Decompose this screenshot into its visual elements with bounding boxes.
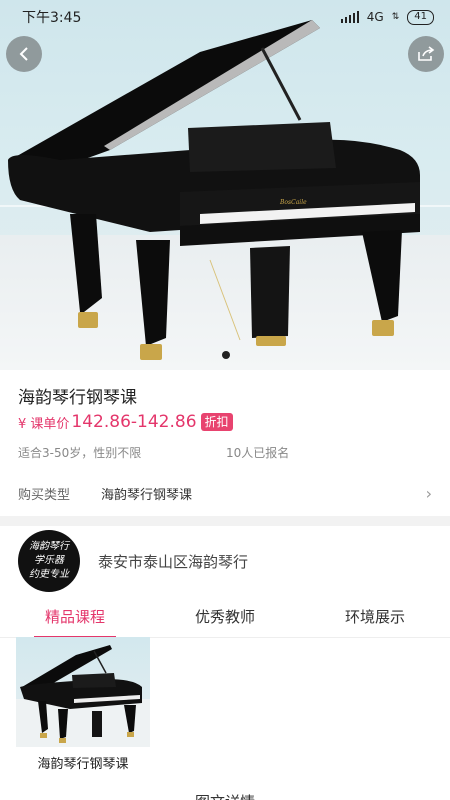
section-separator [0, 516, 450, 526]
back-button[interactable] [6, 36, 42, 72]
course-title: 海韵琴行钢琴课 [18, 388, 137, 408]
logo-line-1: 海韵琴行 [29, 541, 69, 552]
store-name: 泰安市泰山区海韵琴行 [98, 552, 249, 571]
enrolled-count: 10人已报名 [226, 446, 290, 460]
purchase-type-row[interactable]: 购买类型 海韵琴行钢琴课 › [0, 474, 450, 512]
course-thumbnail [16, 637, 150, 747]
price-label: ¥ 课单价 [18, 416, 70, 432]
store-logo: 海韵琴行 学乐器 约吏专业 [18, 530, 80, 592]
price-row: ¥ 课单价 142.86-142.86 折扣 [18, 412, 233, 432]
purchase-type-value: 海韵琴行钢琴课 [101, 487, 193, 503]
chevron-left-icon [19, 47, 28, 61]
tab-courses[interactable]: 精品课程 [0, 598, 150, 638]
course-card-title: 海韵琴行钢琴课 [37, 757, 129, 772]
purchase-type-label: 购买类型 [18, 487, 71, 503]
svg-text:BosCaile: BosCaile [279, 199, 307, 206]
logo-line-3: 约吏专业 [29, 569, 69, 580]
signal-icon [340, 11, 359, 23]
details-heading: 图文详情 [0, 791, 450, 800]
logo-line-2: 学乐器 [34, 555, 64, 566]
price-value: 142.86-142.86 [71, 412, 197, 432]
tab-bar: 精品课程 优秀教师 环境展示 [0, 598, 450, 638]
store-row[interactable]: 海韵琴行 学乐器 约吏专业 泰安市泰山区海韵琴行 [0, 526, 450, 596]
carousel-dot[interactable] [222, 351, 230, 359]
course-card[interactable]: 海韵琴行钢琴课 [16, 637, 150, 772]
tab-environment[interactable]: 环境展示 [300, 598, 450, 637]
battery-icon: 41 [407, 9, 434, 25]
discount-badge: 折扣 [200, 413, 233, 431]
tab-teachers[interactable]: 优秀教师 [150, 598, 300, 637]
chevron-right-icon: › [425, 483, 432, 503]
network-label: 4G [366, 10, 384, 24]
audience-text: 适合3-50岁，性别不限 [18, 446, 142, 460]
piano-thumbnail-image [16, 645, 150, 747]
share-icon [418, 46, 435, 61]
carousel-indicator [222, 351, 230, 359]
status-bar: 下午3:45 4G ⇅ 41 [0, 0, 450, 34]
grand-piano-image: BosCaile [8, 20, 420, 360]
share-button[interactable] [408, 36, 444, 72]
network-arrows-icon: ⇅ [391, 12, 400, 22]
status-time: 下午3:45 [22, 10, 82, 26]
hero-carousel[interactable]: BosCaile 下午3:45 4G ⇅ 41 [0, 0, 450, 370]
